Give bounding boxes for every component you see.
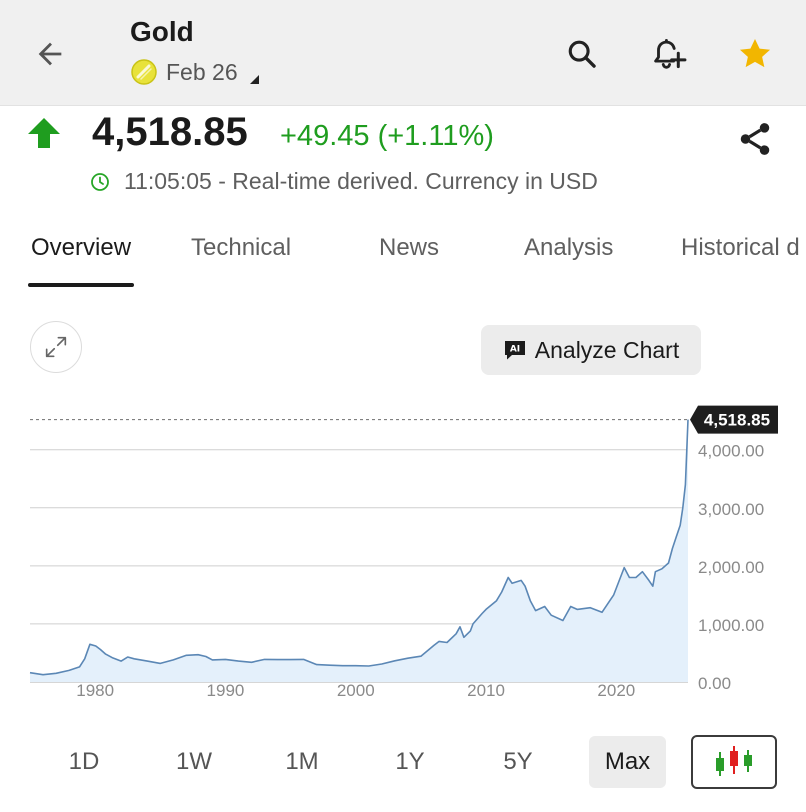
range-1y[interactable]: 1Y: [378, 736, 442, 788]
y-tick-label: 4,000.00: [698, 442, 764, 461]
quote-status: 11:05:05 - Real-time derived. Currency i…: [90, 168, 598, 195]
price-chart[interactable]: 0.00 1,000.00 2,000.00 3,000.00 4,000.00 1980…: [0, 392, 806, 712]
x-tick-label: 1980: [76, 681, 114, 700]
range-5y[interactable]: 5Y: [486, 736, 550, 788]
share-icon: [740, 123, 770, 155]
chart-area-fill: [30, 419, 688, 682]
back-arrow-icon: [38, 42, 62, 66]
tab-historical-data[interactable]: Historical d: [681, 234, 800, 262]
ai-chat-icon: AI: [504, 341, 525, 360]
clock-icon: [91, 172, 109, 191]
search-icon: [568, 40, 596, 68]
range-1d[interactable]: 1D: [52, 736, 116, 788]
candlestick-toggle-button[interactable]: [691, 735, 777, 789]
y-tick-label: 0.00: [698, 674, 731, 693]
dropdown-triangle-icon: [249, 74, 259, 84]
status-text: 11:05:05 - Real-time derived. Currency i…: [124, 168, 598, 194]
tab-news[interactable]: News: [379, 234, 439, 262]
last-price: 4,518.85: [92, 110, 248, 154]
expand-icon: [45, 336, 67, 358]
expand-chart-button[interactable]: [30, 321, 82, 373]
tab-analysis[interactable]: Analysis: [524, 234, 613, 262]
add-alert-icon: [654, 38, 687, 69]
add-alert-button[interactable]: [644, 30, 692, 78]
price-up-arrow-icon: [28, 118, 60, 148]
back-button[interactable]: [26, 30, 74, 78]
star-icon: [739, 38, 771, 68]
watchlist-star-button[interactable]: [731, 30, 779, 78]
candlestick-icon: [716, 746, 752, 776]
price-change: +49.45 (+1.11%): [280, 120, 494, 152]
y-tick-label: 3,000.00: [698, 500, 764, 519]
contract-label: Feb 26: [166, 58, 238, 85]
svg-text:AI: AI: [510, 345, 520, 355]
x-tick-label: 1990: [207, 681, 245, 700]
x-tick-label: 2000: [337, 681, 375, 700]
gold-coin-icon: [131, 59, 157, 85]
quote-row: 4,518.85 +49.45 (+1.11%): [0, 108, 806, 168]
range-1m[interactable]: 1M: [270, 736, 334, 788]
x-tick-label: 2010: [467, 681, 505, 700]
range-1w[interactable]: 1W: [162, 736, 226, 788]
y-tick-label: 2,000.00: [698, 558, 764, 577]
search-button[interactable]: [558, 30, 606, 78]
share-button[interactable]: [730, 114, 780, 164]
active-tab-indicator: [28, 283, 134, 287]
x-tick-label: 2020: [597, 681, 635, 700]
y-tick-label: 1,000.00: [698, 616, 764, 635]
instrument-title: Gold: [130, 16, 194, 47]
analyze-chart-label: Analyze Chart: [534, 336, 680, 363]
range-max[interactable]: Max: [589, 736, 666, 788]
star-shape: [739, 38, 771, 68]
contract-selector[interactable]: Feb 26: [130, 58, 259, 86]
section-tabs: Overview Technical News Analysis Histori…: [0, 222, 806, 288]
top-app-bar: Gold Feb 26: [0, 0, 806, 106]
tab-overview[interactable]: Overview: [31, 234, 131, 262]
tab-technical[interactable]: Technical: [191, 234, 291, 262]
analyze-chart-button[interactable]: AI Analyze Chart: [481, 325, 701, 375]
time-range-selector: 1D 1W 1M 1Y 5Y Max: [0, 735, 806, 792]
last-price-badge-label: 4,518.85: [704, 411, 770, 430]
